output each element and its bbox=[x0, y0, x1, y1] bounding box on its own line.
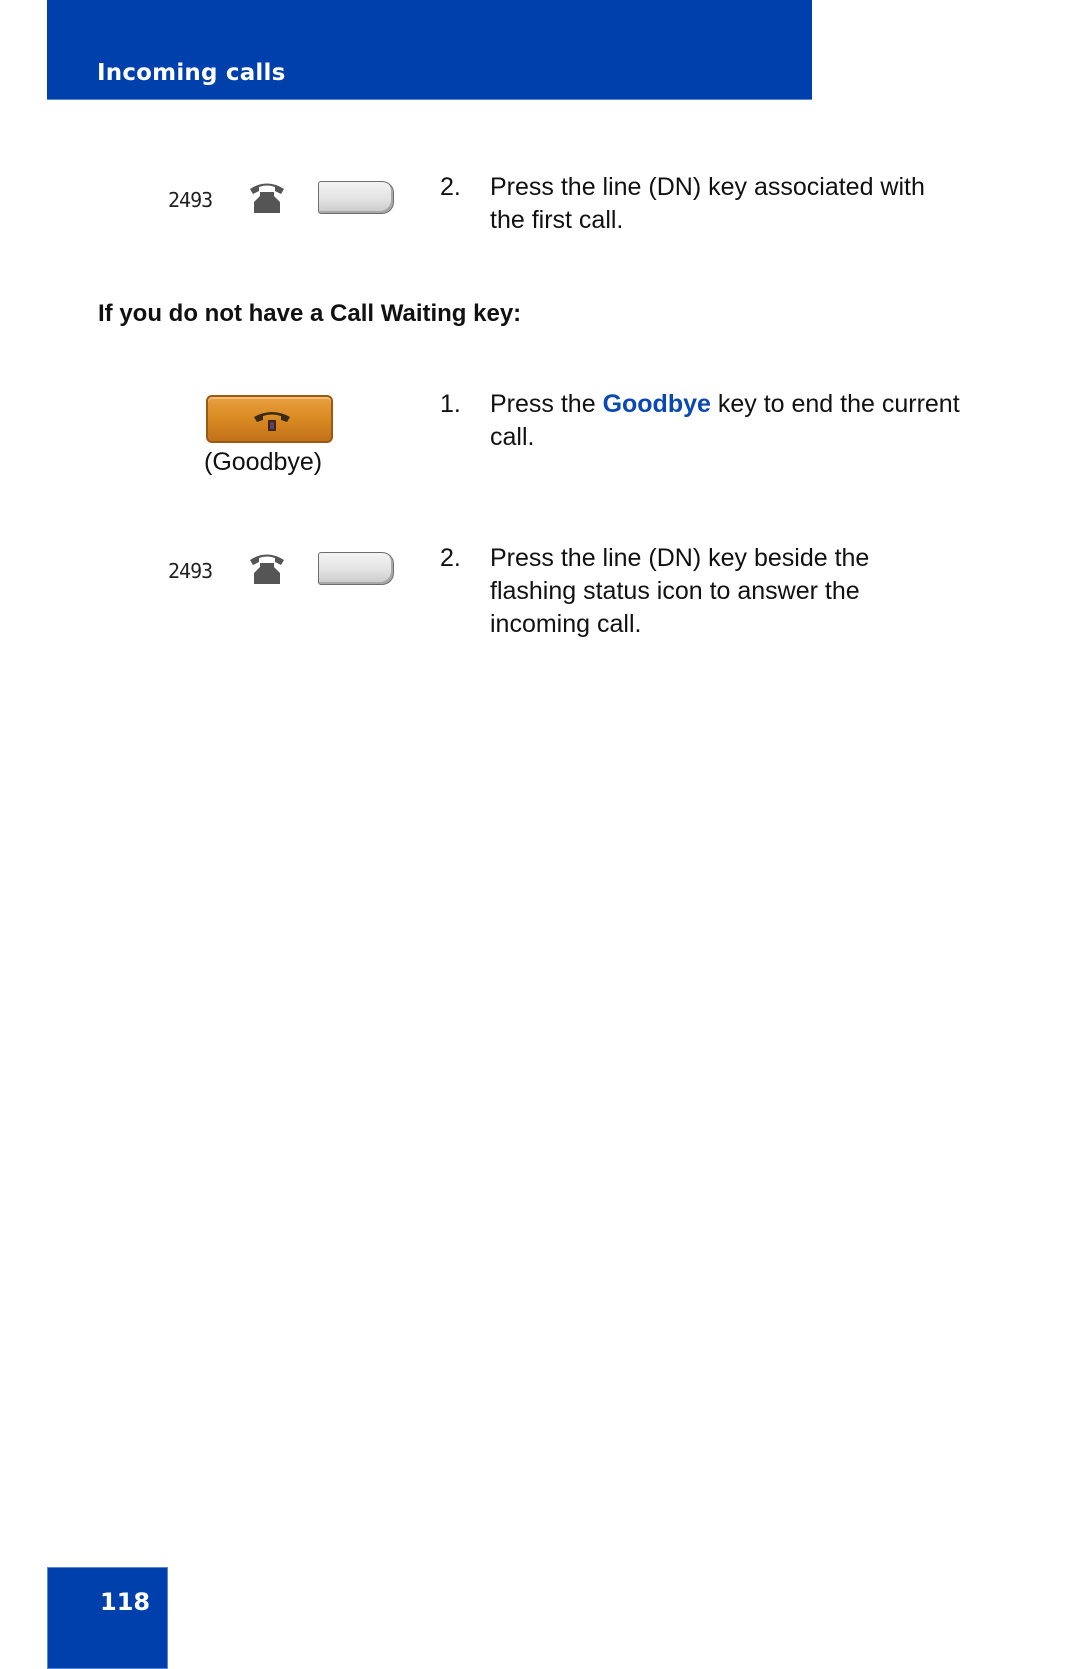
step-number: 1. bbox=[440, 390, 461, 418]
goodbye-key[interactable] bbox=[206, 395, 333, 443]
step-text: Press the line (DN) key associated with … bbox=[490, 173, 925, 234]
line-dn-key[interactable] bbox=[318, 181, 394, 214]
goodbye-key-caption: (Goodbye) bbox=[204, 448, 323, 476]
chapter-header: Incoming calls bbox=[47, 0, 812, 100]
step-text-before: Press the bbox=[490, 390, 603, 418]
step-number: 2. bbox=[440, 173, 461, 201]
section-heading: If you do not have a Call Waiting key: bbox=[98, 300, 522, 327]
line-key-row: 2493 bbox=[168, 180, 408, 220]
step-text: Press the line (DN) key beside the flash… bbox=[490, 544, 870, 638]
line-dn-key[interactable] bbox=[318, 552, 394, 585]
phone-handset-icon bbox=[250, 554, 284, 584]
phone-handset-icon bbox=[250, 183, 284, 213]
line-key-row: 2493 bbox=[168, 551, 408, 591]
page-number-box: 118 bbox=[47, 1567, 168, 1669]
chapter-title: Incoming calls bbox=[97, 60, 286, 86]
step-text: Press the Goodbye key to end the current… bbox=[490, 388, 960, 454]
dn-number-label: 2493 bbox=[168, 188, 213, 212]
goodbye-key-reference: Goodbye bbox=[602, 390, 711, 418]
step-number: 2. bbox=[440, 544, 461, 572]
page-number: 118 bbox=[100, 1588, 151, 1616]
dn-number-label: 2493 bbox=[168, 559, 213, 583]
hang-up-icon bbox=[254, 412, 290, 431]
